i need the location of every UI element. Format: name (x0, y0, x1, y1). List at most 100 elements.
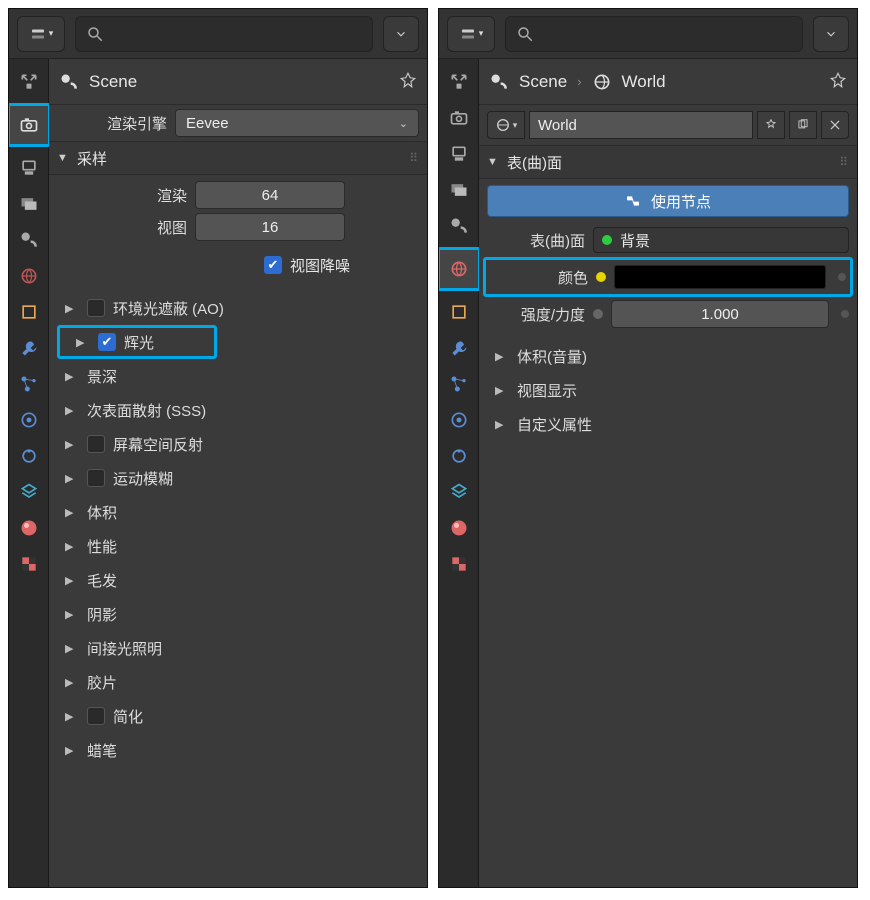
disclosure-icon: ▶ (65, 744, 79, 757)
tab-physics[interactable] (442, 403, 476, 437)
strength-row: 强度/力度 1.000 (479, 297, 857, 331)
section-label: 间接光照明 (87, 638, 162, 659)
tab-render[interactable] (442, 101, 476, 135)
tab-constraints[interactable] (12, 439, 46, 473)
tab-modifiers[interactable] (442, 331, 476, 365)
section-12[interactable]: ▶简化 (49, 699, 427, 733)
section-2[interactable]: ▶景深 (49, 359, 427, 393)
breadcrumb-scene[interactable]: Scene (89, 72, 137, 92)
world-properties-content: Scene › World ▾ World ▼ 表(曲)面 (479, 59, 857, 887)
section-11[interactable]: ▶胶片 (49, 665, 427, 699)
section-7[interactable]: ▶ 性能 (49, 529, 427, 563)
section-6[interactable]: ▶体积 (49, 495, 427, 529)
section-10[interactable]: ▶间接光照明 (49, 631, 427, 665)
search-input[interactable] (505, 16, 803, 52)
search-input[interactable] (75, 16, 373, 52)
section-surface[interactable]: ▼ 表(曲)面 (479, 145, 857, 179)
editor-type-selector[interactable]: ▾ (447, 16, 495, 52)
color-field[interactable] (614, 265, 826, 289)
section-checkbox[interactable] (87, 469, 105, 487)
section-sampling[interactable]: ▼ 采样 (49, 141, 427, 175)
render-engine-row: 渲染引擎 Eevee⌄ (49, 105, 427, 141)
section-label: 屏幕空间反射 (113, 434, 203, 455)
render-properties-content: Scene 渲染引擎 Eevee⌄ ▼ 采样 渲染 64 (49, 59, 427, 887)
section-1[interactable]: ▶✔辉光 (57, 325, 217, 359)
tab-object[interactable] (442, 295, 476, 329)
section-9[interactable]: ▶阴影 (49, 597, 427, 631)
section-5[interactable]: ▶运动模糊 (49, 461, 427, 495)
render-samples-field[interactable]: 64 (195, 181, 345, 209)
section-13[interactable]: ▶蜡笔 (49, 733, 427, 767)
tab-world[interactable] (438, 247, 481, 291)
tab-world[interactable] (12, 259, 46, 293)
new-datablock-button[interactable] (789, 111, 817, 139)
breadcrumb-world[interactable]: World (622, 72, 666, 92)
section-1[interactable]: ▶视图显示 (479, 373, 857, 407)
use-nodes-button[interactable]: 使用节点 (487, 185, 849, 217)
viewport-samples-field[interactable]: 16 (195, 213, 345, 241)
section-0[interactable]: ▶环境光遮蔽 (AO) (49, 291, 427, 325)
color-row-highlight: 颜色 (483, 257, 853, 297)
section-label: 性能 (87, 536, 117, 557)
disclosure-icon: ▶ (495, 384, 509, 397)
section-label: 自定义属性 (517, 414, 592, 435)
datablock-browse[interactable]: ▾ (487, 111, 525, 139)
unlink-datablock-button[interactable] (821, 111, 849, 139)
link-dot-icon[interactable] (841, 310, 849, 318)
section-3[interactable]: ▶次表面散射 (SSS) (49, 393, 427, 427)
pin-button[interactable] (399, 71, 417, 93)
section-checkbox[interactable] (87, 299, 105, 317)
section-checkbox[interactable] (87, 435, 105, 453)
tab-object[interactable] (12, 295, 46, 329)
scene-icon (59, 72, 79, 92)
tab-material[interactable] (442, 511, 476, 545)
section-checkbox[interactable]: ✔ (98, 333, 116, 351)
disclosure-icon: ▶ (65, 472, 79, 485)
editor-type-selector[interactable]: ▾ (17, 16, 65, 52)
tab-output[interactable] (12, 151, 46, 185)
section-label: 次表面散射 (SSS) (87, 400, 206, 421)
tab-constraints[interactable] (442, 439, 476, 473)
tab-particles[interactable] (442, 367, 476, 401)
tab-scene[interactable] (12, 223, 46, 257)
datablock-name-field[interactable]: World (529, 111, 753, 139)
pin-button[interactable] (829, 71, 847, 93)
tab-material[interactable] (12, 511, 46, 545)
viewport-denoise-checkbox[interactable]: ✔ (264, 256, 282, 274)
options-dropdown[interactable] (383, 16, 419, 52)
tab-viewlayer[interactable] (442, 173, 476, 207)
tab-scene[interactable] (442, 209, 476, 243)
fake-user-button[interactable] (757, 111, 785, 139)
section-2[interactable]: ▶自定义属性 (479, 407, 857, 441)
tab-tool[interactable] (12, 65, 46, 99)
tab-texture[interactable] (442, 547, 476, 581)
world-icon (592, 72, 612, 92)
drag-handle-icon[interactable] (409, 151, 419, 165)
link-dot-icon[interactable] (838, 273, 846, 281)
tab-data[interactable] (12, 475, 46, 509)
section-checkbox[interactable] (87, 707, 105, 725)
tab-tool[interactable] (442, 65, 476, 99)
tab-particles[interactable] (12, 367, 46, 401)
options-dropdown[interactable] (813, 16, 849, 52)
strength-field[interactable]: 1.000 (611, 300, 829, 328)
section-4[interactable]: ▶ 屏幕空间反射 (49, 427, 427, 461)
section-8[interactable]: ▶毛发 (49, 563, 427, 597)
section-0[interactable]: ▶体积(音量) (479, 339, 857, 373)
tab-texture[interactable] (12, 547, 46, 581)
render-engine-select[interactable]: Eevee⌄ (175, 109, 419, 137)
tab-output[interactable] (442, 137, 476, 171)
section-label: 表(曲)面 (507, 152, 562, 173)
tab-render[interactable] (8, 103, 51, 147)
disclosure-icon: ▶ (65, 438, 79, 451)
tab-modifiers[interactable] (12, 331, 46, 365)
surface-shader-select[interactable]: 背景 (593, 227, 849, 253)
drag-handle-icon[interactable] (839, 155, 849, 169)
breadcrumb-scene[interactable]: Scene (519, 72, 567, 92)
tab-data[interactable] (442, 475, 476, 509)
properties-tabs (9, 59, 49, 887)
tab-viewlayer[interactable] (12, 187, 46, 221)
disclosure-icon: ▶ (65, 540, 79, 553)
tab-physics[interactable] (12, 403, 46, 437)
editor-header: ▾ (9, 9, 427, 59)
